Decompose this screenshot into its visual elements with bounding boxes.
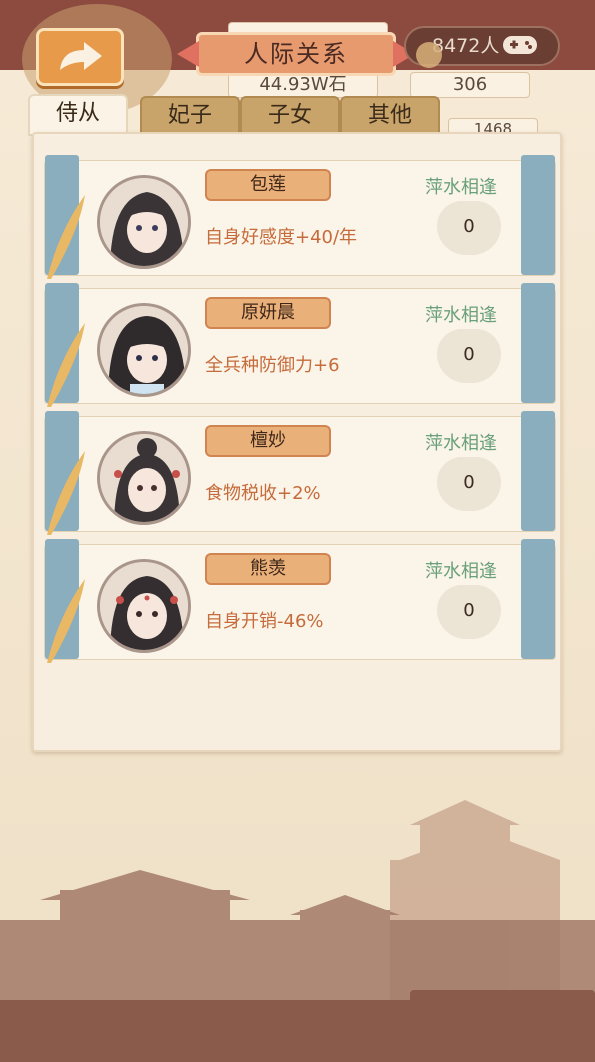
- tab-attendants[interactable]: 侍从: [28, 94, 128, 136]
- name-tag: 熊羡: [205, 553, 331, 585]
- page-title: 人际关系: [196, 32, 396, 76]
- card-right-cap: [521, 539, 555, 659]
- portrait-avatar: [97, 303, 191, 397]
- count-stat-a: 306: [410, 72, 530, 98]
- affinity-heart: 0: [437, 329, 501, 383]
- back-arrow-icon: [60, 42, 102, 70]
- population-icon: [416, 42, 442, 68]
- feather-icon: [47, 323, 85, 407]
- feather-icon: [47, 579, 85, 663]
- card-right-cap: [521, 283, 555, 403]
- attendant-card[interactable]: 原妍晨 全兵种防御力+6 萍水相逢 0: [44, 283, 556, 407]
- attendant-card[interactable]: 包莲 自身好感度+40/年 萍水相逢 0: [44, 155, 556, 279]
- effect-text: 全兵种防御力+6: [205, 355, 340, 376]
- portrait-avatar: [97, 559, 191, 653]
- affinity-heart: 0: [437, 201, 501, 255]
- card-right-cap: [521, 411, 555, 531]
- portrait-avatar: [97, 175, 191, 269]
- feather-icon: [47, 451, 85, 535]
- tab-consorts[interactable]: 妃子: [140, 96, 240, 134]
- city-skyline-illustration: [0, 800, 595, 1062]
- portrait-avatar: [97, 431, 191, 525]
- feather-icon: [47, 195, 85, 279]
- name-tag: 包莲: [205, 169, 331, 201]
- population-value: 8472人: [432, 35, 500, 57]
- relation-status: 萍水相逢: [425, 561, 497, 582]
- card-right-cap: [521, 155, 555, 275]
- tab-children[interactable]: 子女: [240, 96, 340, 134]
- affinity-heart: 0: [437, 457, 501, 511]
- attendant-card[interactable]: 檀妙 食物税收+2% 萍水相逢 0: [44, 411, 556, 535]
- relation-status: 萍水相逢: [425, 177, 497, 198]
- name-tag: 原妍晨: [205, 297, 331, 329]
- tab-other[interactable]: 其他: [340, 96, 440, 134]
- attendant-card[interactable]: 熊羡 自身开销-46% 萍水相逢 0: [44, 539, 556, 663]
- back-button[interactable]: [36, 28, 124, 86]
- relation-status: 萍水相逢: [425, 433, 497, 454]
- name-tag: 檀妙: [205, 425, 331, 457]
- effect-text: 自身好感度+40/年: [205, 227, 358, 248]
- affinity-heart: 0: [437, 585, 501, 639]
- gamepad-icon[interactable]: [502, 34, 538, 56]
- relation-status: 萍水相逢: [425, 305, 497, 326]
- effect-text: 自身开销-46%: [205, 611, 324, 632]
- effect-text: 食物税收+2%: [205, 483, 321, 504]
